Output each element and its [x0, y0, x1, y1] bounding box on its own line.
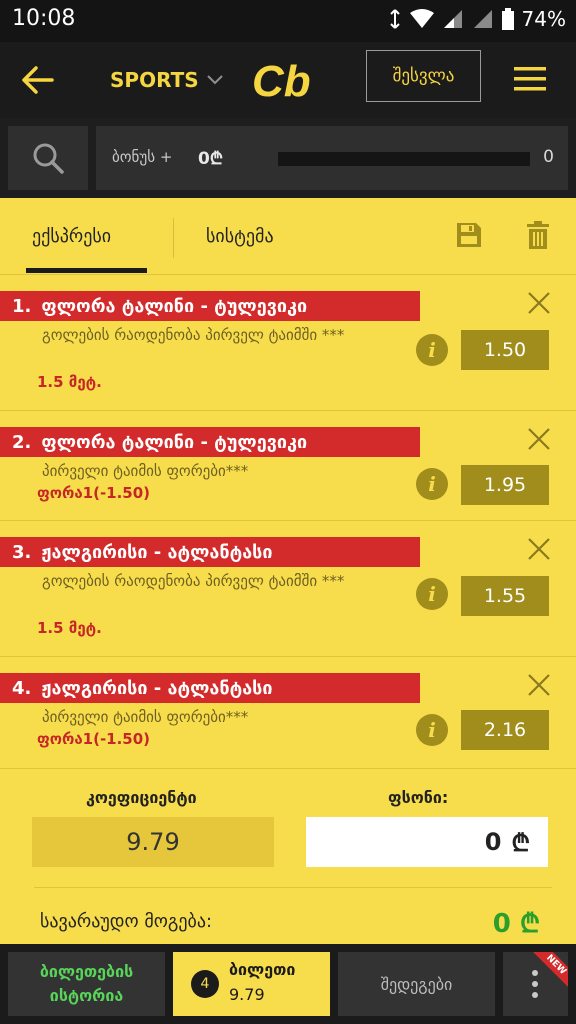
currency-lari-icon: ₾ [511, 828, 530, 857]
summary-divider [34, 887, 552, 888]
tab-system[interactable]: სისტემა [206, 226, 274, 247]
bonus-bar: ბონუს + 0₾ 0 [0, 118, 576, 198]
bet-item: 1. ფლორა ტალინი - ტულევიკი გოლების რაოდე… [0, 274, 576, 411]
bluetooth-data-icon [389, 9, 400, 29]
sports-label: SPORTS [110, 68, 199, 92]
bet-match-banner: 3. ჟალგირისი - ატლანტასი [0, 537, 420, 567]
odds-value[interactable]: 2.16 [461, 710, 549, 750]
chevron-down-icon [206, 75, 223, 85]
stake-input[interactable]: 0 ₾ [306, 817, 548, 867]
betslip-tabs: ექსპრესი სისტემა [0, 198, 576, 275]
bet-match-name: ფლორა ტალინი - ტულევიკი [41, 431, 308, 453]
brand-logo: Cb [252, 57, 311, 104]
app-header: SPORTS Cb შესვლა [0, 42, 576, 118]
ticket-total-odds: 9.79 [229, 985, 265, 1004]
remove-bet-close-icon[interactable] [527, 291, 551, 315]
odds-value[interactable]: 1.50 [461, 330, 549, 370]
info-icon[interactable]: i [416, 334, 448, 366]
info-icon[interactable]: i [416, 714, 448, 746]
bet-match-banner: 1. ფლორა ტალინი - ტულევიკი [0, 291, 420, 321]
bonus-label: ბონუს + [112, 148, 173, 166]
search-button[interactable] [8, 126, 88, 190]
signal-icon [443, 10, 462, 28]
battery-icon [501, 8, 514, 30]
status-bar: 10:08 74% [0, 0, 576, 42]
bet-match-name: ჟალგირისი - ატლანტასი [41, 677, 273, 699]
tab-express[interactable]: ექსპრესი [32, 226, 111, 247]
bonus-count: 0 [543, 147, 554, 167]
results-button[interactable]: შედეგები [338, 952, 495, 1016]
ticket-history-button[interactable]: ბილეთების ისტორია [8, 952, 165, 1016]
bet-number: 1. [12, 295, 32, 317]
bet-match-name: ფლორა ტალინი - ტულევიკი [41, 295, 308, 317]
bet-market: პირველი ტაიმის ფორები*** [42, 462, 249, 480]
bet-match-banner: 2. ფლორა ტალინი - ტულევიკი [0, 427, 420, 457]
battery-percent: 74% [521, 7, 566, 31]
ticket-button[interactable]: 4 ბილეთი 9.79 [173, 952, 330, 1016]
bet-outcome: ფორა1(-1.50) [37, 730, 151, 748]
bet-market: გოლების რაოდენობა პირველ ტაიმში *** [42, 326, 345, 344]
bonus-value: 0₾ [198, 149, 223, 169]
hamburger-menu-icon[interactable] [514, 66, 546, 92]
bet-number: 3. [12, 541, 32, 563]
more-menu-button[interactable]: NEW [503, 952, 568, 1016]
search-icon [33, 143, 64, 174]
save-icon[interactable] [456, 222, 482, 248]
trash-icon[interactable] [527, 221, 549, 249]
bet-number: 2. [12, 431, 32, 453]
status-icons: 74% [388, 7, 566, 31]
bet-outcome: 1.5 მეტ. [37, 373, 102, 391]
remove-bet-close-icon[interactable] [527, 537, 551, 561]
signal-icon-2 [473, 10, 492, 28]
back-arrow-icon[interactable] [20, 64, 56, 96]
logo-text: Cb [252, 57, 311, 104]
odds-value[interactable]: 1.55 [461, 576, 549, 616]
bonus-progress-bar [278, 152, 530, 166]
status-time: 10:08 [12, 6, 76, 31]
remove-bet-close-icon[interactable] [527, 427, 551, 451]
sports-dropdown[interactable]: SPORTS [110, 68, 223, 92]
coefficient-label: კოეფიციენტი [86, 788, 197, 807]
possible-win-label: სავარაუდო მოგება: [40, 911, 213, 932]
bonus-panel: ბონუს + 0₾ 0 [96, 126, 568, 190]
remove-bet-close-icon[interactable] [527, 673, 551, 697]
bottom-nav: ბილეთების ისტორია 4 ბილეთი 9.79 შედეგები… [0, 944, 576, 1024]
bet-outcome: ფორა1(-1.50) [37, 484, 151, 502]
info-icon[interactable]: i [416, 578, 448, 610]
tab-divider [173, 218, 174, 258]
wifi-icon [409, 9, 434, 28]
bet-market: პირველი ტაიმის ფორები*** [42, 708, 249, 726]
ticket-count-badge: 4 [191, 970, 219, 998]
bet-outcome: 1.5 მეტ. [37, 619, 102, 637]
bet-market: გოლების რაოდენობა პირველ ტაიმში *** [42, 572, 345, 590]
betslip-summary: კოეფიციენტი ფსონი: 9.79 0 ₾ სავარაუდო მო… [0, 768, 576, 944]
bet-item: 4. ჟალგირისი - ატლანტასი პირველი ტაიმის … [0, 656, 576, 769]
bet-match-name: ჟალგირისი - ატლანტასი [41, 541, 273, 563]
bet-match-banner: 4. ჟალგირისი - ატლანტასი [0, 673, 420, 703]
tab-active-indicator [26, 268, 147, 273]
ticket-label: ბილეთი [229, 960, 296, 979]
stake-label: ფსონი: [388, 788, 449, 807]
coefficient-value: 9.79 [32, 817, 274, 867]
possible-win-value: 0 ₾ [492, 909, 540, 939]
login-button[interactable]: შესვლა [366, 50, 481, 102]
more-vertical-icon [532, 970, 538, 998]
bet-number: 4. [12, 677, 32, 699]
info-icon[interactable]: i [416, 468, 448, 500]
odds-value[interactable]: 1.95 [461, 465, 549, 505]
bet-item: 3. ჟალგირისი - ატლანტასი გოლების რაოდენო… [0, 520, 576, 657]
bet-item: 2. ფლორა ტალინი - ტულევიკი პირველი ტაიმი… [0, 410, 576, 521]
stake-value: 0 [484, 828, 502, 856]
